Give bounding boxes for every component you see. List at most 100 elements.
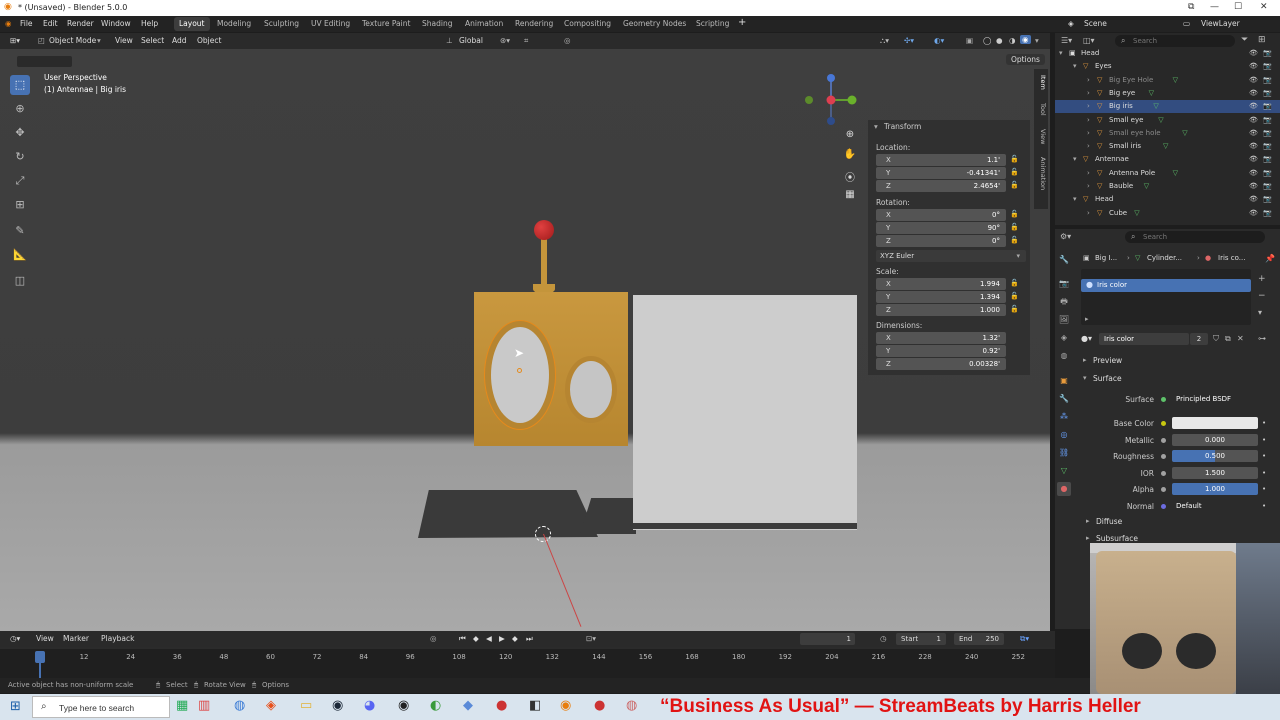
lock-rotation-x-icon[interactable]: 🔓 xyxy=(1010,210,1019,218)
jump-keyframe-back-icon[interactable]: ◆ xyxy=(473,634,479,643)
unlink-material-icon[interactable]: ✕ xyxy=(1237,334,1244,343)
workspace-tab-animation[interactable]: Animation xyxy=(460,17,508,31)
gizmo-toggle-icon[interactable]: ✣▾ xyxy=(904,36,914,45)
start-frame-field[interactable]: Start 1 xyxy=(896,633,946,645)
material-properties-tab-icon[interactable]: ● xyxy=(1057,482,1071,496)
material-browse-icon[interactable]: ●▾ xyxy=(1081,334,1092,343)
expand-toggle-icon[interactable]: › xyxy=(1087,89,1090,97)
expand-toggle-icon[interactable]: ▾ xyxy=(1073,62,1077,70)
visibility-eye-icon[interactable]: 👁 xyxy=(1249,142,1258,150)
view-layer-properties-tab-icon[interactable]: 🖼 xyxy=(1057,313,1071,327)
render-visibility-icon[interactable]: 📷 xyxy=(1263,209,1272,217)
camera-view-icon[interactable]: ⦿ xyxy=(842,169,858,185)
outliner-row[interactable]: › ▽ Big Eye Hole ▽ 👁 📷 xyxy=(1055,74,1280,87)
playback-options-icon[interactable]: ⊡▾ xyxy=(586,634,596,643)
annotate-tool-icon[interactable]: ✎ xyxy=(10,221,30,241)
render-visibility-icon[interactable]: 📷 xyxy=(1263,76,1272,84)
properties-editor-type-icon[interactable]: ⚙▾ xyxy=(1060,232,1071,241)
lock-scale-z-icon[interactable]: 🔓 xyxy=(1010,305,1019,313)
expand-toggle-icon[interactable]: › xyxy=(1087,182,1090,190)
physics-properties-tab-icon[interactable]: ◎ xyxy=(1057,428,1071,442)
rotate-tool-icon[interactable]: ↻ xyxy=(10,147,30,167)
render-visibility-icon[interactable]: 📷 xyxy=(1263,195,1272,203)
workspace-tab-geometry-nodes[interactable]: Geometry Nodes xyxy=(618,17,691,31)
modifier-properties-tab-icon[interactable]: 🔧 xyxy=(1057,392,1071,406)
wireframe-shading-icon[interactable]: ◯ xyxy=(983,36,991,45)
scale-y-field[interactable]: Y 1.394 xyxy=(876,291,1006,303)
filter-icon[interactable]: ⏷ xyxy=(1241,35,1248,45)
dimensions-x-field[interactable]: X 1.32' xyxy=(876,332,1006,344)
mesh-data-icon[interactable]: ▽ xyxy=(1134,209,1139,217)
world-properties-tab-icon[interactable]: ◍ xyxy=(1057,349,1071,363)
jump-end-icon[interactable]: ⏭ xyxy=(526,634,533,644)
workspace-tab-uv-editing[interactable]: UV Editing xyxy=(306,17,355,31)
mesh-data-icon[interactable]: ▽ xyxy=(1153,102,1158,110)
dimensions-z-field[interactable]: Z 0.00328' xyxy=(876,358,1006,370)
expand-toggle-icon[interactable]: › xyxy=(1087,209,1090,217)
visibility-eye-icon[interactable]: 👁 xyxy=(1249,89,1258,97)
rotation-y-field[interactable]: Y 90° xyxy=(876,222,1006,234)
outliner-row[interactable]: ▾ ▽ Eyes 👁 📷 xyxy=(1055,60,1280,73)
workspace-tab-rendering[interactable]: Rendering xyxy=(510,17,558,31)
outliner-row[interactable]: › ▽ Bauble ▽ 👁 📷 xyxy=(1055,180,1280,193)
expand-toggle-icon[interactable]: › xyxy=(1087,102,1090,110)
menu-edit[interactable]: Edit xyxy=(43,19,58,28)
xray-toggle-icon[interactable]: ▣ xyxy=(966,36,973,45)
lock-location-z-icon[interactable]: 🔓 xyxy=(1010,181,1019,189)
big-iris-object[interactable] xyxy=(485,321,555,429)
render-visibility-icon[interactable]: 📷 xyxy=(1263,89,1272,97)
overlay-toggle-icon[interactable]: ◐▾ xyxy=(934,36,944,45)
dimensions-y-field[interactable]: Y 0.92' xyxy=(876,345,1006,357)
preview-panel-title[interactable]: Preview xyxy=(1093,356,1122,365)
navigation-gizmo[interactable] xyxy=(800,69,860,129)
visibility-eye-icon[interactable]: 👁 xyxy=(1249,76,1258,84)
input-socket-icon[interactable] xyxy=(1161,487,1166,492)
taskbar-app-green-icon[interactable]: ◐ xyxy=(430,698,441,713)
property-value-field[interactable]: Default xyxy=(1172,500,1258,512)
timeline-editor-type-icon[interactable]: ◷▾ xyxy=(10,634,20,643)
visibility-eye-icon[interactable]: 👁 xyxy=(1249,49,1258,57)
keyframe-decorator-icon[interactable]: • xyxy=(1262,419,1266,427)
subsurface-expand-icon[interactable]: ▸ xyxy=(1086,534,1090,542)
scene-selector[interactable]: Scene xyxy=(1084,19,1107,28)
expand-toggle-icon[interactable]: ▾ xyxy=(1059,49,1063,57)
blender-taskbar-icon[interactable]: ◉ xyxy=(560,698,571,713)
render-properties-tab-icon[interactable]: 📷 xyxy=(1057,277,1071,291)
data-properties-tab-icon[interactable]: ▽ xyxy=(1057,464,1071,478)
move-tool-icon[interactable]: ✥ xyxy=(10,123,30,143)
properties-search-input[interactable]: ⌕ Search xyxy=(1125,231,1265,243)
viewport-menu-add[interactable]: Add xyxy=(172,36,187,45)
jump-keyframe-forward-icon[interactable]: ◆ xyxy=(512,634,518,643)
duplicate-material-icon[interactable]: ⧉ xyxy=(1225,334,1231,344)
render-visibility-icon[interactable]: 📷 xyxy=(1263,169,1272,177)
visibility-eye-icon[interactable]: 👁 xyxy=(1249,182,1258,190)
restore-window-icon[interactable]: ⧉ xyxy=(1188,2,1194,12)
shading-options-chevron-icon[interactable]: ▾ xyxy=(1035,36,1039,45)
scale-z-field[interactable]: Z 1.000 xyxy=(876,304,1006,316)
jump-start-icon[interactable]: ⏮ xyxy=(459,634,466,644)
lock-location-y-icon[interactable]: 🔓 xyxy=(1010,168,1019,176)
surface-collapse-icon[interactable]: ▾ xyxy=(1083,374,1087,382)
scale-tool-icon[interactable]: ⤢ xyxy=(10,171,30,191)
render-visibility-icon[interactable]: 📷 xyxy=(1263,129,1272,137)
input-socket-icon[interactable] xyxy=(1161,504,1166,509)
outliner-display-mode-icon[interactable]: ◫▾ xyxy=(1083,36,1095,45)
keyframe-decorator-icon[interactable]: • xyxy=(1262,485,1266,493)
plane-object[interactable] xyxy=(633,295,857,530)
windows-start-icon[interactable]: ⊞ xyxy=(10,699,21,714)
proportional-edit-icon[interactable]: ◎ xyxy=(564,36,571,45)
keyframe-decorator-icon[interactable]: • xyxy=(1262,436,1266,444)
workspace-tab-sculpting[interactable]: Sculpting xyxy=(259,17,304,31)
viewlayer-selector[interactable]: ViewLayer xyxy=(1201,19,1240,28)
material-name-field[interactable]: Iris color xyxy=(1099,333,1189,345)
workspace-tab-shading[interactable]: Shading xyxy=(417,17,457,31)
surface-shader-field[interactable]: Principled BSDF xyxy=(1172,393,1258,405)
transform-orientation-selector[interactable]: Global xyxy=(459,36,483,45)
mesh-data-icon[interactable]: ▽ xyxy=(1149,89,1154,97)
auto-keying-icon[interactable]: ◎ xyxy=(430,634,437,643)
outliner-row[interactable]: › ▽ Big iris ▽ 👁 📷 xyxy=(1055,100,1280,114)
visibility-eye-icon[interactable]: 👁 xyxy=(1249,129,1258,137)
location-z-field[interactable]: Z 2.4654' xyxy=(876,180,1006,192)
add-slot-icon[interactable]: + xyxy=(1258,274,1266,284)
expand-toggle-icon[interactable]: › xyxy=(1087,116,1090,124)
